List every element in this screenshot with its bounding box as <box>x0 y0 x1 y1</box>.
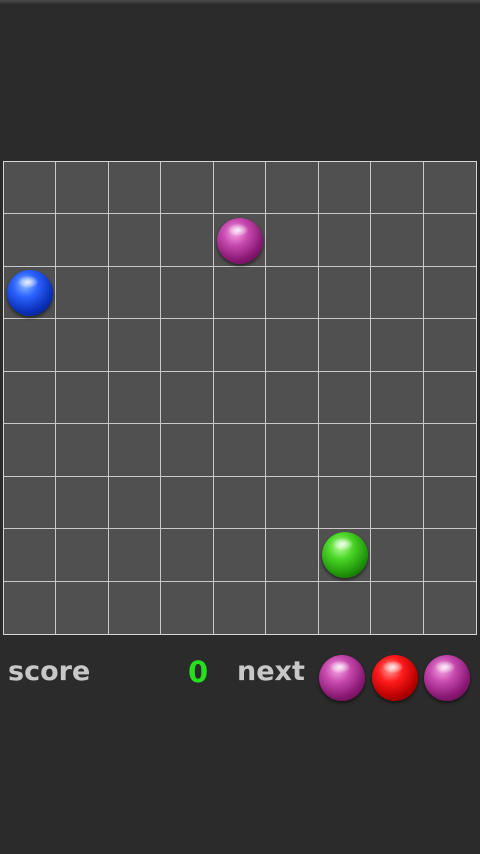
board-cell[interactable] <box>266 476 319 530</box>
board-cell[interactable] <box>213 371 267 425</box>
board-cell[interactable] <box>266 581 319 634</box>
board-cell[interactable] <box>4 476 57 530</box>
green-ball[interactable] <box>321 532 368 579</box>
board-cell[interactable] <box>318 476 372 530</box>
board-cell[interactable] <box>161 162 214 215</box>
board-cell[interactable] <box>423 477 476 530</box>
board-cell[interactable] <box>56 529 109 582</box>
board-cell[interactable] <box>4 371 57 425</box>
board-cell[interactable] <box>56 581 109 634</box>
board-cell[interactable] <box>161 581 214 634</box>
board-cell[interactable] <box>4 424 57 477</box>
board-cell[interactable] <box>56 476 109 530</box>
board-cell[interactable] <box>424 582 476 634</box>
board-cell[interactable] <box>213 476 267 530</box>
board-cell[interactable] <box>423 319 476 372</box>
board-cell[interactable] <box>371 581 424 634</box>
board-cell[interactable] <box>266 319 319 372</box>
score-value: 0 <box>188 655 209 689</box>
board-cell[interactable] <box>56 214 109 267</box>
magenta-ball[interactable] <box>217 217 263 264</box>
board-cell[interactable] <box>161 476 214 530</box>
board-cell[interactable] <box>108 266 162 320</box>
board-cell[interactable] <box>371 162 424 215</box>
board-cell[interactable] <box>56 371 109 425</box>
board-cell[interactable] <box>266 371 319 425</box>
board-cell[interactable] <box>4 529 57 582</box>
board-cell[interactable] <box>108 319 162 372</box>
board-cell[interactable] <box>161 529 214 582</box>
board-cell[interactable] <box>213 162 267 215</box>
board-cell[interactable] <box>108 529 162 582</box>
board-cell[interactable] <box>161 214 214 267</box>
board-cell[interactable] <box>213 266 267 320</box>
board-cell[interactable] <box>371 266 424 320</box>
board-cell[interactable] <box>266 266 319 320</box>
board-cell[interactable] <box>318 319 372 372</box>
board-cell[interactable] <box>318 424 372 477</box>
board-cell[interactable] <box>423 214 476 267</box>
board-cell[interactable] <box>161 266 214 320</box>
board-cell[interactable] <box>56 266 109 320</box>
board-cell[interactable] <box>371 529 424 582</box>
board-cell[interactable] <box>423 424 476 477</box>
board-cell[interactable] <box>266 162 319 215</box>
board-cell[interactable] <box>371 371 424 425</box>
board-cell[interactable] <box>213 319 267 372</box>
board-cell[interactable] <box>56 424 109 477</box>
next-label: next <box>237 656 305 687</box>
board-cell[interactable] <box>161 319 214 372</box>
next-magenta-ball <box>424 655 470 701</box>
board-cell[interactable] <box>108 214 162 267</box>
blue-ball[interactable] <box>7 270 54 317</box>
board-cell[interactable] <box>423 267 476 320</box>
board-cell[interactable] <box>318 214 372 267</box>
board-cell[interactable] <box>318 371 372 425</box>
board-cell[interactable] <box>423 529 476 582</box>
game-board[interactable] <box>3 161 477 635</box>
board-cell[interactable] <box>108 476 162 530</box>
board-cell[interactable] <box>371 476 424 530</box>
board-cell[interactable] <box>161 424 214 477</box>
board-cell[interactable] <box>109 581 162 634</box>
board-cell[interactable] <box>266 424 319 477</box>
board-cell[interactable] <box>214 581 267 634</box>
score-label: score <box>8 656 91 687</box>
status-bar <box>0 0 480 4</box>
board-cell[interactable] <box>371 424 424 477</box>
board-cell[interactable] <box>318 266 372 320</box>
board-cell[interactable] <box>161 371 214 425</box>
board-cell[interactable] <box>108 424 162 477</box>
board-cell[interactable] <box>4 319 57 372</box>
board-cell[interactable] <box>56 162 109 215</box>
board-cell[interactable] <box>4 214 57 267</box>
board-cell[interactable] <box>266 214 319 267</box>
board-cell[interactable] <box>4 162 57 215</box>
board-cell[interactable] <box>266 529 319 582</box>
board-cell[interactable] <box>213 424 267 477</box>
next-magenta-ball <box>319 655 365 701</box>
board-cell[interactable] <box>318 162 372 215</box>
board-cell[interactable] <box>213 529 267 582</box>
board-cell[interactable] <box>4 581 57 634</box>
board-cell[interactable] <box>371 214 424 267</box>
board-cell[interactable] <box>423 162 476 215</box>
board-cell[interactable] <box>56 319 109 372</box>
next-red-ball <box>371 655 418 701</box>
board-cell[interactable] <box>108 371 162 425</box>
board-cell[interactable] <box>319 581 372 634</box>
board-cell[interactable] <box>371 319 424 372</box>
board-cell[interactable] <box>108 162 162 215</box>
board-cell[interactable] <box>423 372 476 425</box>
